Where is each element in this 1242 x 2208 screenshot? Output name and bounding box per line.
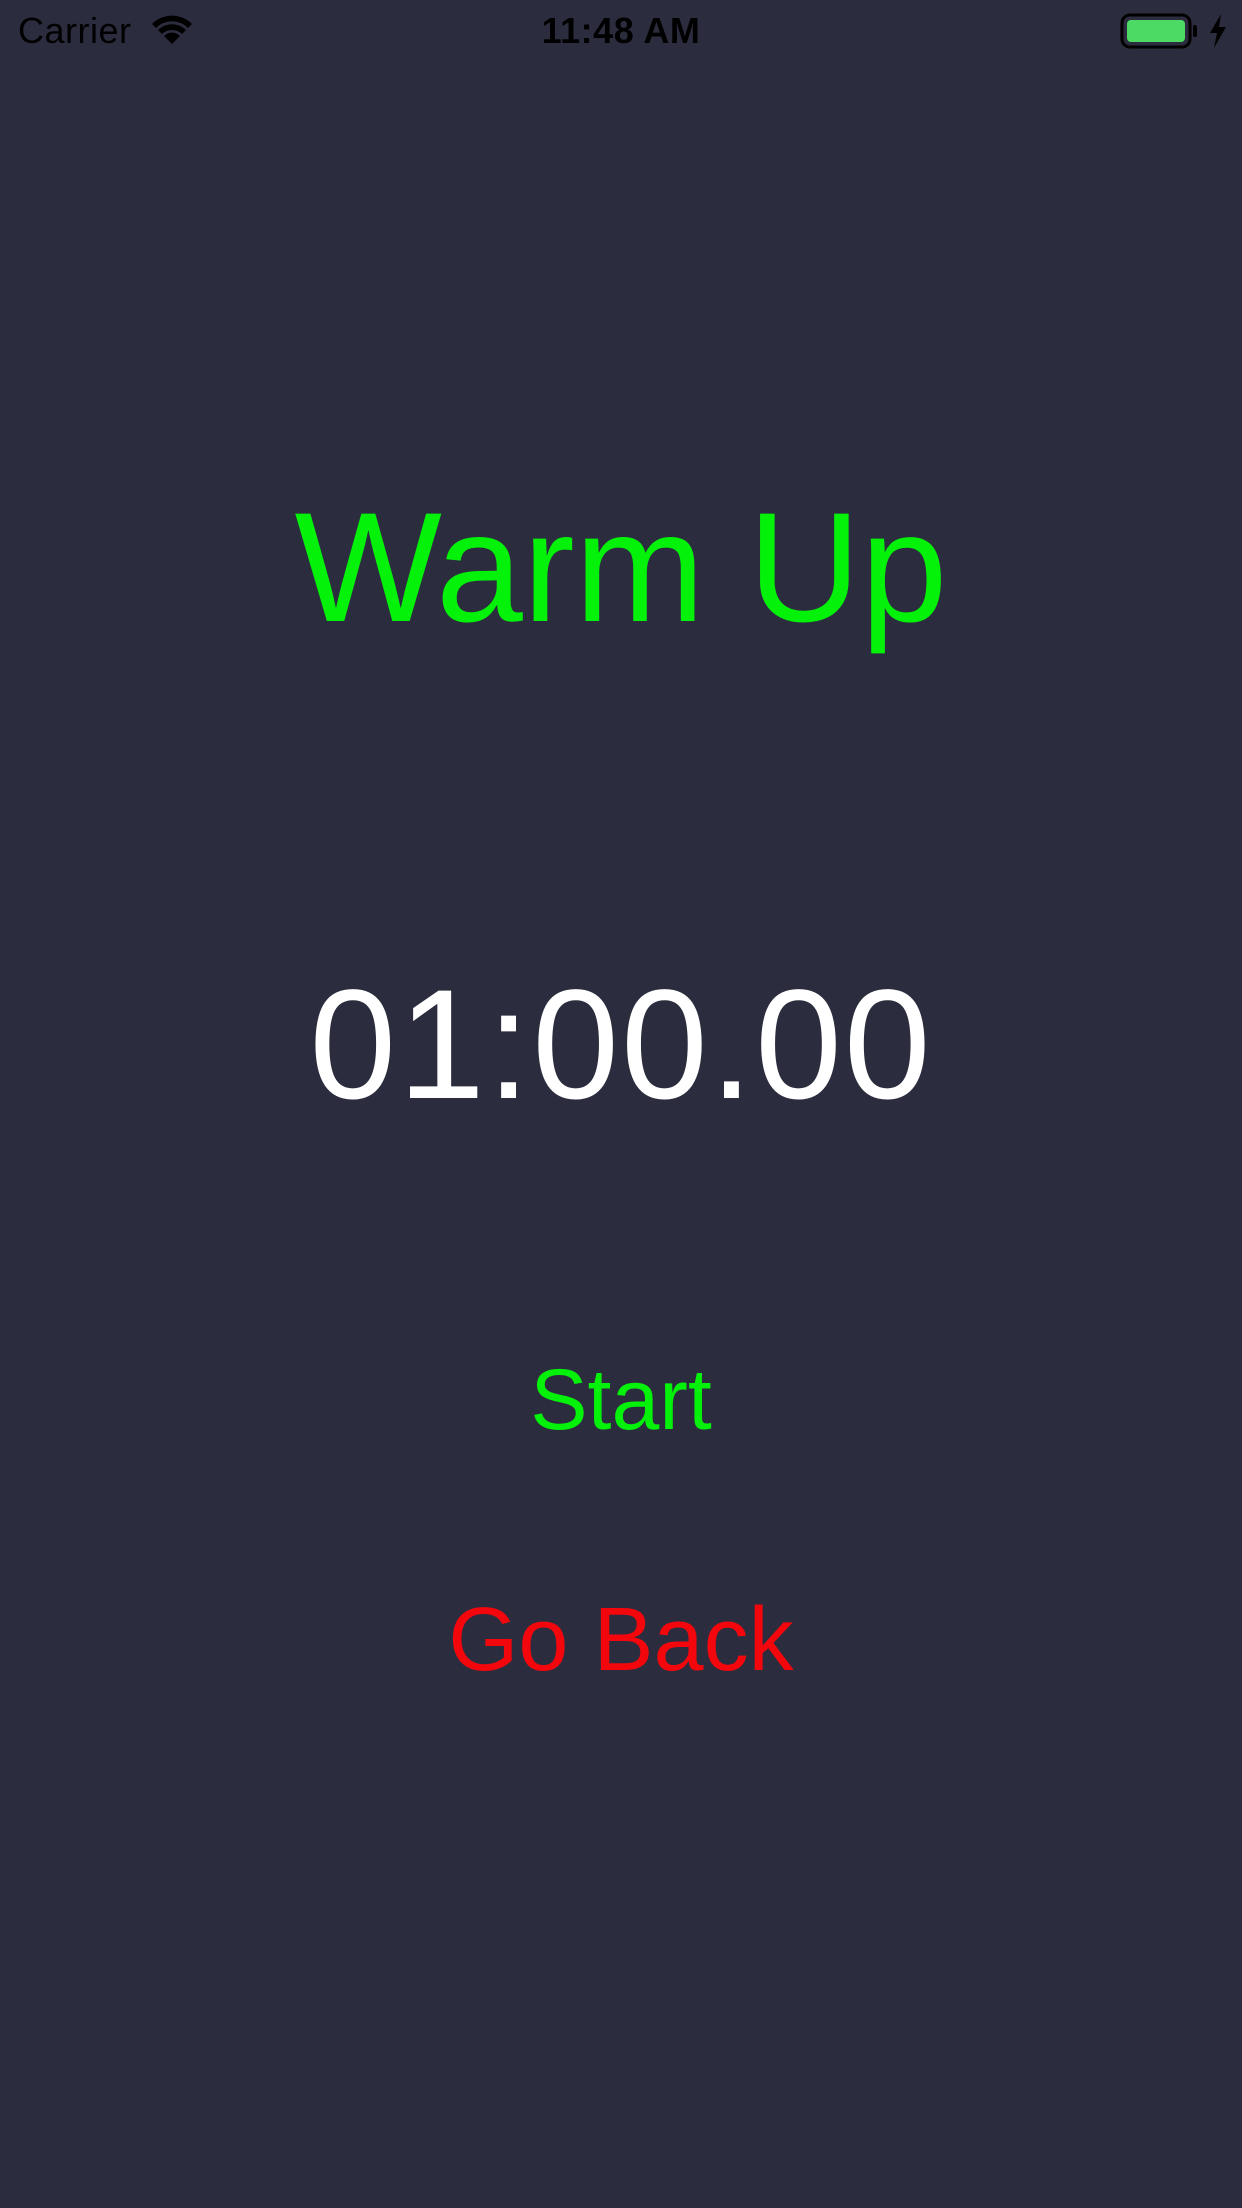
status-bar: Carrier 11:48 AM [0, 0, 1242, 60]
status-time: 11:48 AM [541, 10, 701, 51]
go-back-button[interactable]: Go Back [371, 1590, 871, 1690]
timer-display: 01:00.00 [309, 958, 933, 1132]
start-button[interactable]: Start [371, 1350, 871, 1450]
battery-icon [1120, 13, 1197, 49]
bolt-icon [1210, 14, 1226, 48]
workout-title: Warm Up [294, 481, 948, 655]
